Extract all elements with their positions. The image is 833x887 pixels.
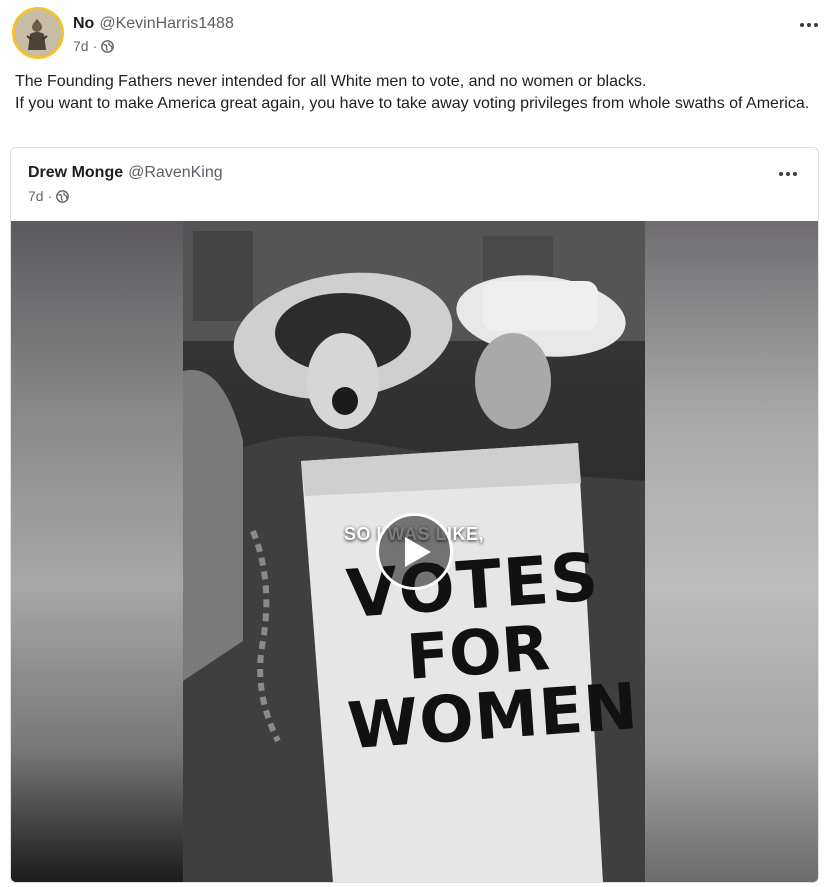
more-horizontal-icon	[779, 172, 783, 176]
more-options-button[interactable]	[797, 17, 821, 33]
video-blur-right	[644, 221, 818, 882]
post-time[interactable]: 7d	[73, 37, 89, 55]
more-horizontal-icon	[793, 172, 797, 176]
meta-separator: ·	[47, 188, 53, 204]
globe-icon	[101, 39, 115, 53]
more-horizontal-icon	[814, 23, 818, 27]
quoted-post-meta: 7d ·	[28, 187, 70, 205]
play-button[interactable]	[376, 513, 453, 590]
author-avatar[interactable]	[12, 7, 64, 59]
post-meta: 7d ·	[73, 37, 115, 55]
quoted-more-options-button[interactable]	[776, 166, 800, 182]
video-blur-left	[11, 221, 183, 882]
author-line: No @KevinHarris1488	[73, 14, 234, 34]
more-horizontal-icon	[807, 23, 811, 27]
globe-icon	[56, 189, 70, 203]
avatar-image	[15, 10, 61, 56]
quoted-author-line: Drew Monge @RavenKing	[28, 163, 223, 183]
post-text-line: If you want to make America great again,…	[15, 95, 810, 112]
quoted-post-time[interactable]: 7d	[28, 187, 44, 205]
quoted-post-card[interactable]: Drew Monge @RavenKing 7d · SO LIKE, VOTE…	[10, 147, 819, 883]
sign-text: VOTES FOR WOMEN	[336, 538, 641, 764]
more-horizontal-icon	[800, 23, 804, 27]
video-player[interactable]: SO I WAS LIKE, VOTES FOR WOMEN	[11, 221, 818, 882]
author-name[interactable]: No	[73, 15, 94, 32]
quoted-author-handle[interactable]: @RavenKing	[128, 164, 223, 181]
more-horizontal-icon	[786, 172, 790, 176]
post-header: No @KevinHarris1488 7d ·	[12, 7, 821, 59]
post-body: The Founding Fathers never intended for …	[15, 71, 815, 115]
author-handle[interactable]: @KevinHarris1488	[99, 15, 234, 32]
play-icon	[404, 536, 431, 567]
quoted-author-name[interactable]: Drew Monge	[28, 164, 123, 181]
meta-separator: ·	[92, 38, 98, 54]
post-text-line: The Founding Fathers never intended for …	[15, 73, 647, 90]
